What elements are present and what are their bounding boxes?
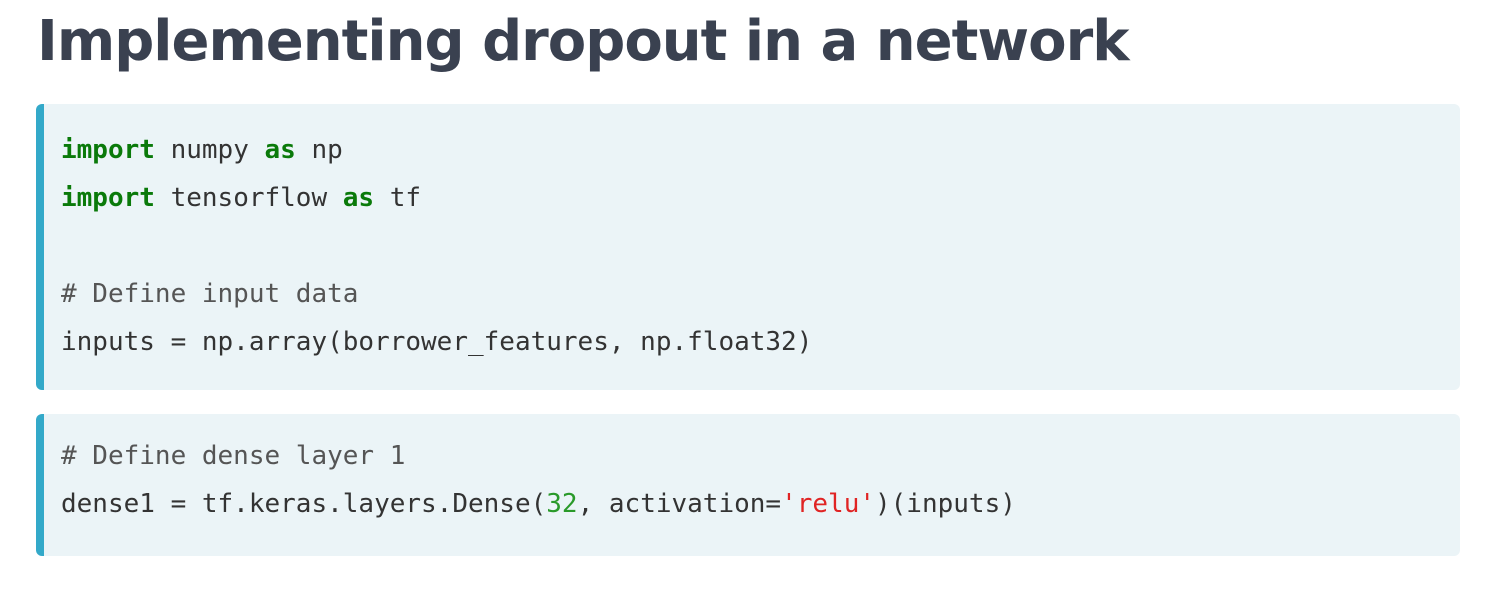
code-text: dense1 = tf.keras.layers.Dense( — [61, 489, 547, 519]
keyword: as — [342, 183, 375, 213]
code-text: tf — [374, 183, 422, 213]
code-comment: # Define dense layer 1 — [61, 441, 406, 471]
code-block-dense-layer: # Define dense layer 1 dense1 = tf.keras… — [36, 414, 1460, 556]
keyword: import — [61, 135, 155, 165]
code-text: tensorflow — [154, 183, 343, 213]
code-line: import numpy as np — [61, 126, 1460, 174]
keyword: import — [61, 183, 155, 213]
keyword: as — [264, 135, 296, 165]
page-title: Implementing dropout in a network — [37, 9, 1129, 74]
code-text: )(inputs) — [875, 489, 1016, 519]
code-text: , activation= — [577, 489, 782, 519]
code-line: import tensorflow as tf — [61, 174, 1460, 222]
code-line: dense1 = tf.keras.layers.Dense(32, activ… — [61, 480, 1460, 528]
code-block-imports: import numpy as np import tensorflow as … — [36, 104, 1460, 390]
code-text: inputs = np.array(borrower_features, np.… — [61, 327, 813, 357]
code-line: # Define input data — [61, 270, 1460, 318]
code-string: 'relu' — [781, 489, 875, 519]
code-text: np — [295, 135, 343, 165]
code-text: numpy — [154, 135, 265, 165]
code-number: 32 — [546, 489, 578, 519]
code-comment: # Define input data — [61, 279, 359, 309]
code-line: # Define dense layer 1 — [61, 432, 1460, 480]
code-line: inputs = np.array(borrower_features, np.… — [61, 318, 1460, 366]
